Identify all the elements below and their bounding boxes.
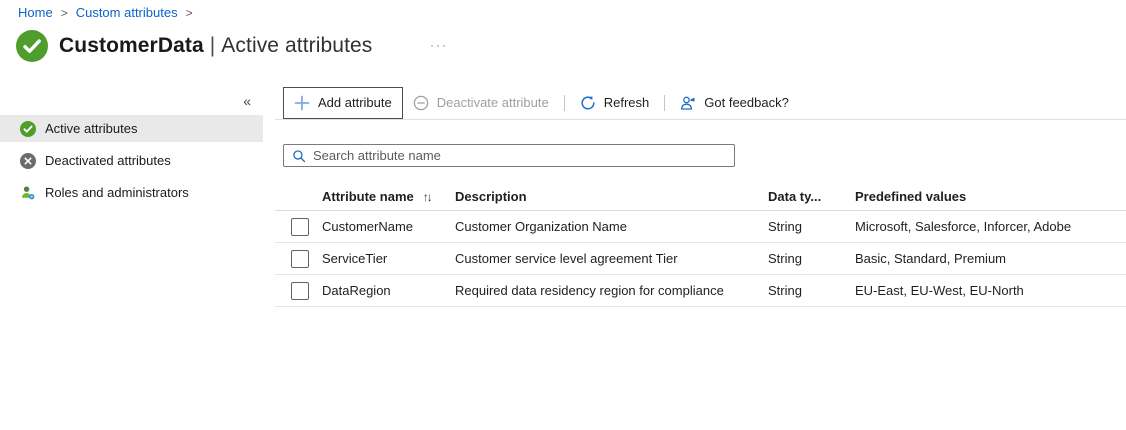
row-checkbox[interactable] — [291, 250, 309, 268]
page-header: CustomerData|Active attributes — [16, 30, 372, 62]
page-title: CustomerData|Active attributes — [59, 34, 372, 58]
breadcrumb-link-custom-attributes[interactable]: Custom attributes — [76, 5, 178, 20]
row-checkbox[interactable] — [291, 282, 309, 300]
data-type-cell: String — [768, 219, 855, 234]
sidebar-nav: Active attributes Deactivated attributes — [0, 115, 263, 206]
refresh-button[interactable]: Refresh — [570, 87, 660, 119]
page-title-subtitle: Active attributes — [221, 34, 372, 57]
row-checkbox[interactable] — [291, 218, 309, 236]
plus-icon — [294, 95, 310, 111]
search-icon — [292, 149, 306, 163]
attribute-name-cell: CustomerName — [322, 219, 455, 234]
predefined-values-cell: Basic, Standard, Premium — [855, 251, 1126, 266]
toolbar-divider — [664, 95, 665, 111]
deactivate-attribute-button: Deactivate attribute — [403, 87, 559, 119]
breadcrumb-chevron-icon: > — [53, 6, 76, 20]
page-title-name: CustomerData — [59, 34, 204, 57]
predefined-values-cell: EU-East, EU-West, EU-North — [855, 283, 1126, 298]
description-cell: Required data residency region for compl… — [455, 283, 768, 298]
sidebar: « Active attributes Deactivated attribut… — [0, 90, 263, 211]
column-header-label: Attribute name — [322, 189, 414, 204]
sidebar-collapse-row: « — [0, 90, 263, 112]
refresh-icon — [580, 95, 596, 111]
collapse-sidebar-icon[interactable]: « — [243, 93, 251, 109]
breadcrumb: Home > Custom attributes > — [18, 5, 201, 20]
data-type-cell: String — [768, 283, 855, 298]
attribute-name-cell: ServiceTier — [322, 251, 455, 266]
sidebar-item-roles-and-administrators[interactable]: Roles and administrators — [0, 179, 263, 206]
feedback-person-icon — [680, 95, 696, 111]
sort-arrows-icon[interactable]: ↑↓ — [423, 190, 431, 204]
sidebar-item-label: Roles and administrators — [45, 185, 189, 200]
roles-person-icon — [20, 185, 36, 201]
toolbar-divider — [564, 95, 565, 111]
column-header-data-type: Data ty... — [768, 189, 855, 204]
table-header-row: Attribute name ↑↓ Description Data ty...… — [275, 183, 1126, 211]
column-header-attribute-name[interactable]: Attribute name ↑↓ — [322, 189, 455, 204]
check-circle-icon — [16, 30, 48, 62]
check-circle-icon — [20, 121, 36, 137]
description-cell: Customer Organization Name — [455, 219, 768, 234]
table-row: DataRegion Required data residency regio… — [275, 275, 1126, 307]
sidebar-item-label: Deactivated attributes — [45, 153, 171, 168]
deactivate-attribute-label: Deactivate attribute — [437, 95, 549, 110]
command-bar: Add attribute Deactivate attribute Refre… — [275, 86, 1126, 120]
table-row: CustomerName Customer Organization Name … — [275, 211, 1126, 243]
table-row: ServiceTier Customer service level agree… — [275, 243, 1126, 275]
predefined-values-cell: Microsoft, Salesforce, Inforcer, Adobe — [855, 219, 1126, 234]
circle-minus-icon — [413, 95, 429, 111]
main-pane: Add attribute Deactivate attribute Refre… — [275, 86, 1126, 307]
sidebar-item-active-attributes[interactable]: Active attributes — [0, 115, 263, 142]
add-attribute-label: Add attribute — [318, 95, 392, 110]
search-box — [283, 144, 735, 167]
sidebar-item-deactivated-attributes[interactable]: Deactivated attributes — [0, 147, 263, 174]
x-circle-icon — [20, 153, 36, 169]
sidebar-item-label: Active attributes — [45, 121, 138, 136]
breadcrumb-chevron-icon: > — [178, 6, 201, 20]
add-attribute-button[interactable]: Add attribute — [283, 87, 403, 119]
data-type-cell: String — [768, 251, 855, 266]
refresh-label: Refresh — [604, 95, 650, 110]
attribute-name-cell: DataRegion — [322, 283, 455, 298]
search-input[interactable] — [313, 145, 734, 166]
attributes-table: Attribute name ↑↓ Description Data ty...… — [275, 183, 1126, 307]
column-header-predefined-values: Predefined values — [855, 189, 1126, 204]
column-header-description: Description — [455, 189, 768, 204]
breadcrumb-link-home[interactable]: Home — [18, 5, 53, 20]
got-feedback-label: Got feedback? — [704, 95, 789, 110]
page-title-separator: | — [204, 34, 222, 57]
more-menu-icon[interactable]: ··· — [430, 38, 448, 52]
description-cell: Customer service level agreement Tier — [455, 251, 768, 266]
got-feedback-button[interactable]: Got feedback? — [670, 87, 799, 119]
